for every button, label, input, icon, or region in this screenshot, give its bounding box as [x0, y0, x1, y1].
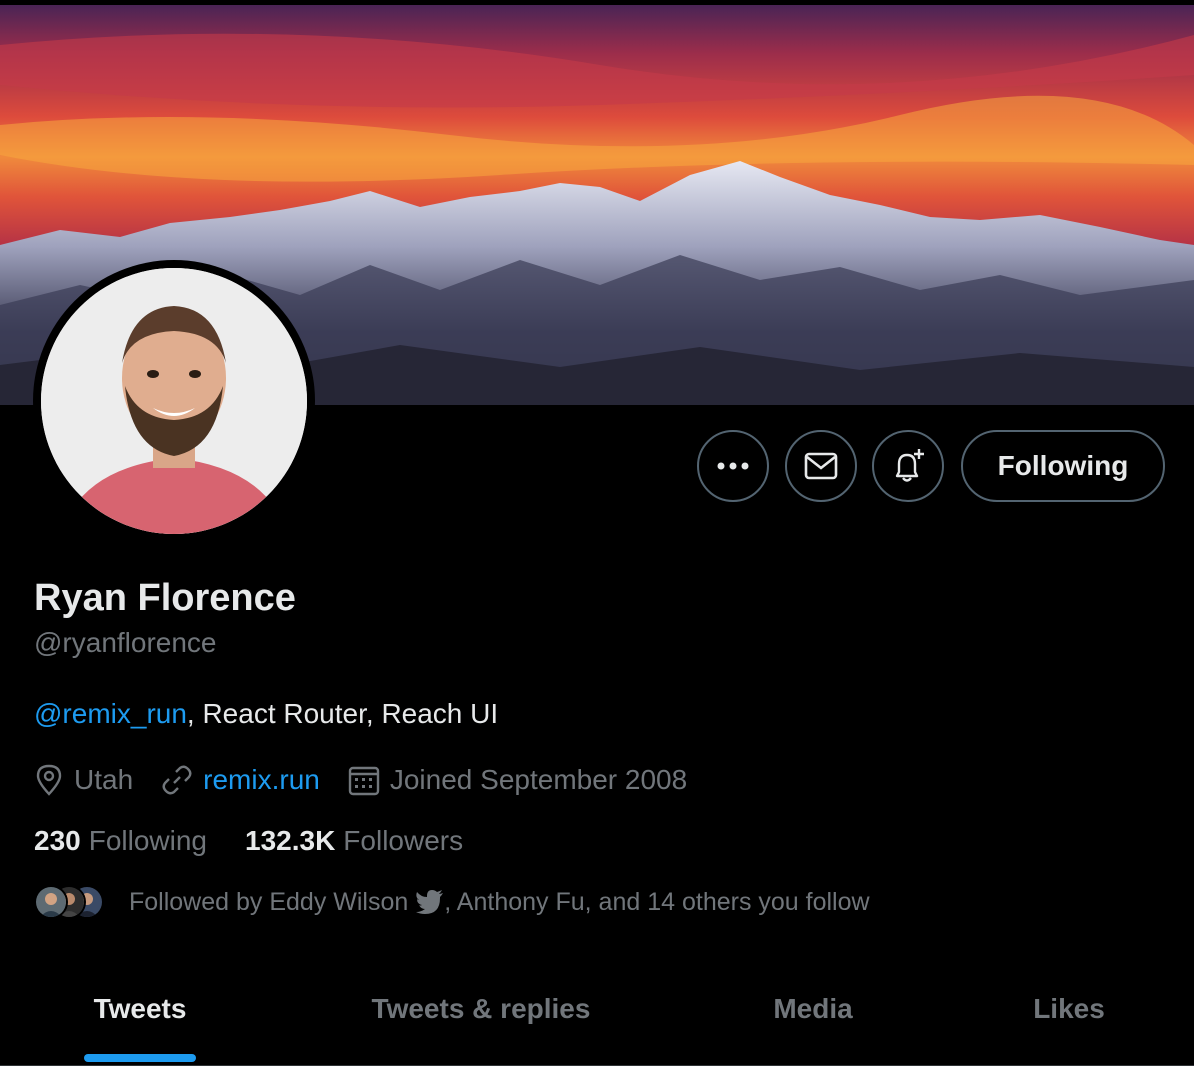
- profile-bio: @remix_run, React Router, Reach UI: [34, 698, 498, 730]
- followed-by-row[interactable]: Followed by Eddy Wilson , Anthony Fu, an…: [34, 882, 870, 922]
- profile-stats: 230 Following 132.3K Followers: [34, 825, 501, 857]
- profile-page: Following Ryan Florence @ryanflorence @r…: [0, 0, 1194, 1066]
- tab-label: Tweets: [93, 993, 187, 1024]
- more-options-button[interactable]: [697, 430, 769, 502]
- bio-text: , React Router, Reach UI: [186, 698, 499, 729]
- tab-label: Tweets & replies: [371, 993, 591, 1024]
- followers-count: 132.3K: [245, 825, 336, 856]
- notifications-button[interactable]: [872, 430, 944, 502]
- profile-meta: Utah remix.run Joined September 2008: [34, 760, 715, 800]
- website-item: remix.run: [161, 764, 320, 796]
- following-label: Following: [88, 825, 207, 856]
- active-tab-indicator: [84, 1054, 196, 1062]
- joined-item: Joined September 2008: [348, 764, 687, 796]
- followed-by-avatars: [34, 883, 114, 921]
- following-button[interactable]: Following: [961, 430, 1165, 502]
- followers-label: Followers: [343, 825, 464, 856]
- message-button[interactable]: [785, 430, 857, 502]
- tab-media[interactable]: Media: [682, 975, 944, 1066]
- followed-by-prefix: Followed by Eddy Wilson: [129, 887, 409, 916]
- followers-stat-link[interactable]: 132.3K Followers: [245, 825, 463, 857]
- location-icon: [36, 764, 62, 796]
- following-stat-link[interactable]: 230 Following: [34, 825, 207, 857]
- tab-likes[interactable]: Likes: [944, 975, 1194, 1066]
- link-icon: [162, 765, 192, 795]
- more-icon: [717, 462, 749, 470]
- tab-label: Likes: [1033, 993, 1105, 1024]
- followed-by-suffix: , Anthony Fu, and 14 others you follow: [444, 887, 870, 916]
- bell-plus-icon: [895, 449, 924, 482]
- verified-bird-icon: [416, 890, 444, 914]
- bio-mention-link[interactable]: @remix_run: [34, 698, 187, 729]
- profile-name: Ryan Florence: [34, 577, 296, 619]
- calendar-icon: [348, 766, 380, 796]
- tab-tweets-replies[interactable]: Tweets & replies: [280, 975, 682, 1066]
- website-link[interactable]: remix.run: [203, 764, 320, 796]
- profile-avatar[interactable]: [33, 260, 315, 542]
- following-count: 230: [34, 825, 81, 856]
- follower-avatar: [34, 885, 68, 919]
- mail-icon: [804, 452, 838, 480]
- tab-label: Media: [773, 993, 853, 1024]
- location-item: Utah: [34, 764, 133, 796]
- joined-text: Joined September 2008: [389, 764, 688, 795]
- tab-tweets[interactable]: Tweets: [0, 975, 280, 1066]
- profile-handle: @ryanflorence: [34, 627, 217, 658]
- location-text: Utah: [74, 764, 134, 795]
- profile-tabs: Tweets Tweets & replies Media Likes: [0, 975, 1194, 1066]
